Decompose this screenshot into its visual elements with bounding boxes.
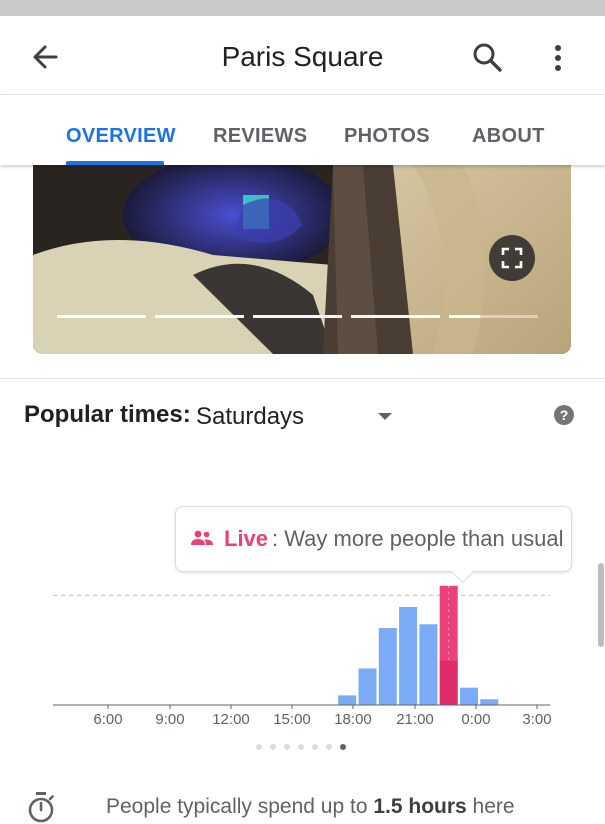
day-dropdown-button[interactable]: [370, 405, 400, 427]
fullscreen-button[interactable]: [489, 235, 535, 281]
help-icon: ?: [554, 405, 574, 425]
top-app-bar: Paris Square: [0, 16, 605, 95]
timer-icon: [28, 792, 54, 823]
chart-tick-label: 3:00: [522, 711, 551, 728]
dropdown-arrow-icon: [378, 413, 392, 420]
photo-carousel[interactable]: [33, 165, 571, 354]
chart-bar: [399, 606, 418, 705]
page-title: Paris Square: [221, 41, 384, 72]
photo-progress-3: [253, 315, 342, 318]
search-button[interactable]: [470, 40, 506, 76]
visit-duration-prefix: People typically spend up to: [106, 795, 374, 818]
tab-photos[interactable]: PHOTOS: [344, 125, 430, 148]
day-selector-value[interactable]: Saturdays: [196, 403, 304, 431]
photo-progress-1: [57, 315, 146, 318]
chart-bar: [419, 624, 438, 705]
pager-dot[interactable]: [326, 744, 332, 750]
chart-bar-live-usual: [439, 660, 458, 705]
pager-dot[interactable]: [340, 744, 346, 750]
fullscreen-icon: [501, 247, 523, 269]
chart-pager: [250, 742, 360, 754]
chart-bar: [338, 695, 357, 705]
chart-bar: [460, 687, 478, 705]
more-options-button[interactable]: [545, 40, 571, 76]
pager-dot[interactable]: [256, 744, 262, 750]
pager-dot[interactable]: [312, 744, 318, 750]
visit-duration-text: People typically spend up to 1.5 hours h…: [106, 795, 515, 819]
status-bar: [0, 0, 605, 16]
visit-duration-bold: 1.5 hours: [373, 795, 467, 818]
live-label: Live: [224, 526, 269, 551]
scroll-indicator[interactable]: [598, 563, 604, 647]
photo-progress-2: [155, 315, 244, 318]
pager-dot[interactable]: [284, 744, 290, 750]
popular-times-chart: 6:00 9:00 12:00 15:00 18:00 21:00 0:00 3:00: [53, 585, 552, 728]
chart-tick-label: 6:00: [93, 711, 122, 728]
tab-about[interactable]: ABOUT: [472, 125, 545, 148]
chart-bar: [358, 668, 377, 705]
help-button[interactable]: ?: [553, 404, 575, 426]
svg-text:?: ?: [560, 407, 569, 423]
live-status-text: : Way more people than usual: [272, 526, 564, 551]
chart-tick-label: 0:00: [461, 711, 490, 728]
live-busyness-tooltip: Live : Way more people than usual: [175, 506, 572, 572]
photo-progress-4: [351, 315, 440, 318]
people-icon: [191, 530, 213, 545]
chart-bar: [480, 699, 499, 705]
chart-bar: [378, 628, 397, 705]
chart-tick-label: 21:00: [396, 711, 434, 728]
more-vert-icon: [555, 45, 561, 71]
search-icon: [473, 43, 502, 72]
visit-duration-suffix: here: [466, 795, 515, 818]
tab-overview[interactable]: OVERVIEW: [66, 125, 176, 148]
tab-bar: OVERVIEW REVIEWS PHOTOS ABOUT: [0, 95, 605, 165]
pager-dot[interactable]: [270, 744, 276, 750]
photo-progress-5-fill: [449, 315, 481, 318]
section-divider: [0, 378, 605, 379]
active-tab-indicator: [66, 161, 164, 165]
photo-progress-5: [449, 315, 538, 318]
tab-reviews[interactable]: REVIEWS: [213, 125, 307, 148]
pager-dot[interactable]: [298, 744, 304, 750]
chart-tick-label: 15:00: [273, 711, 311, 728]
popular-times-label: Popular times:: [24, 401, 191, 428]
chart-tick-label: 18:00: [334, 711, 372, 728]
chart-tick-label: 12:00: [212, 711, 250, 728]
chart-tick-label: 9:00: [155, 711, 184, 728]
